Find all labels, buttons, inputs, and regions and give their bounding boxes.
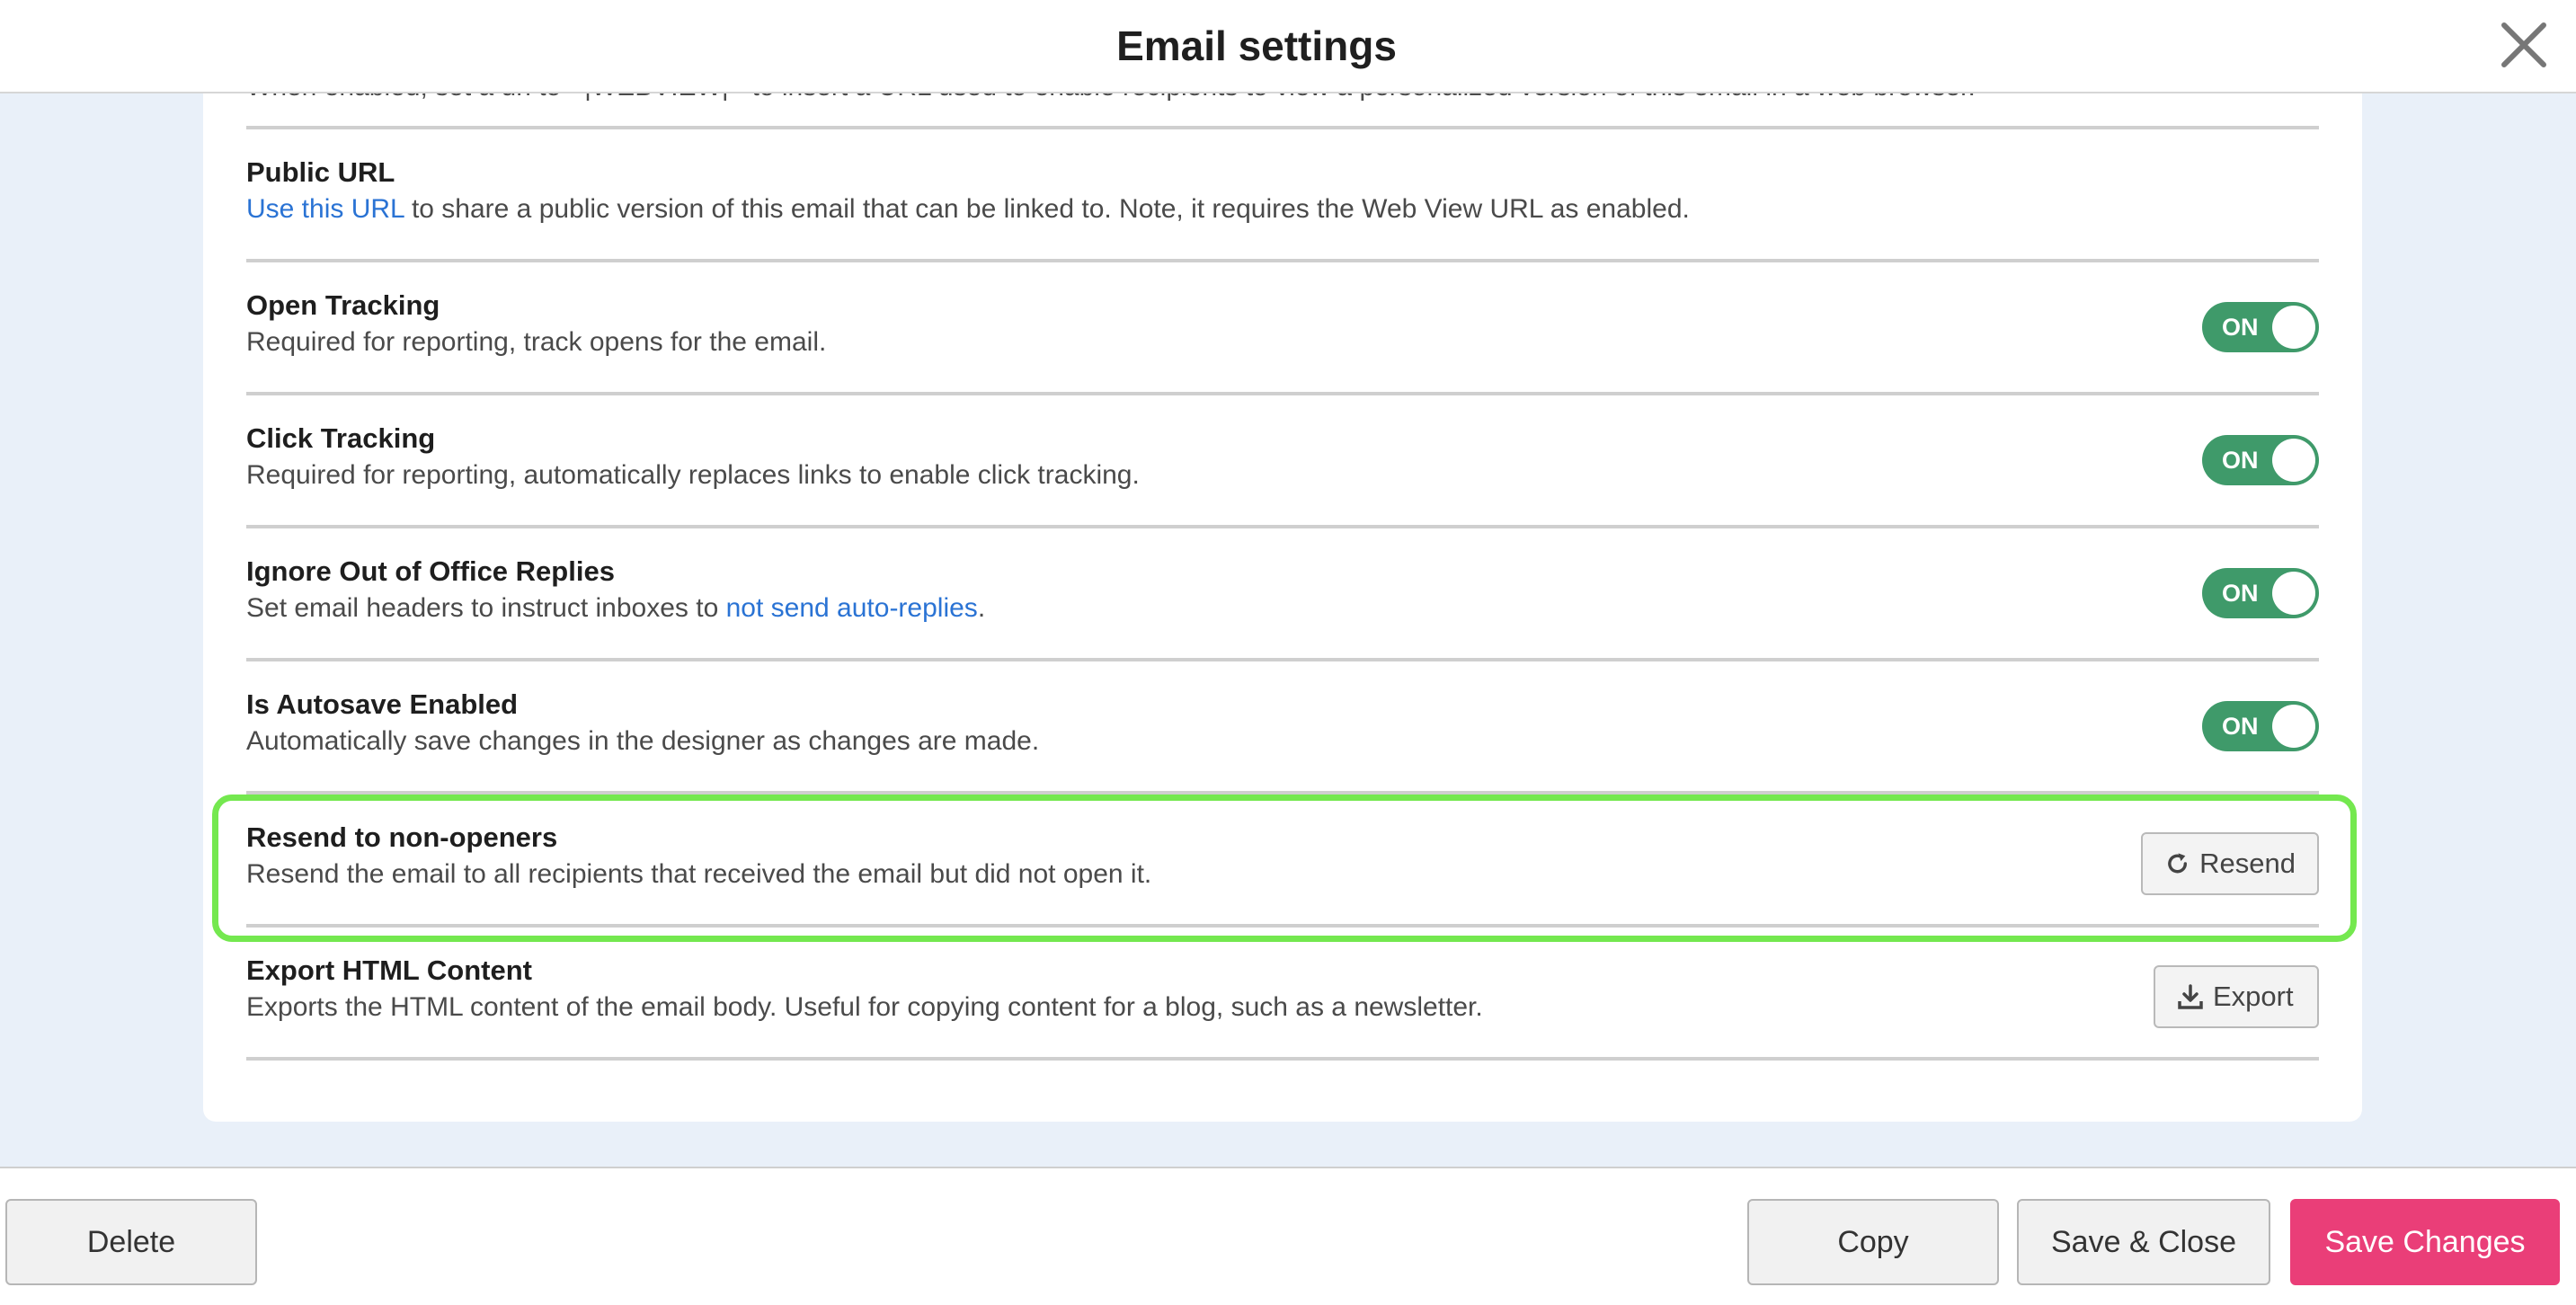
- toggle-knob: [2272, 572, 2315, 615]
- setting-row-resend: Resend to non-openers Resend the email t…: [246, 795, 2319, 928]
- toggle-knob: [2272, 306, 2315, 349]
- setting-title: Open Tracking: [246, 289, 440, 321]
- setting-title: Ignore Out of Office Replies: [246, 555, 615, 587]
- delete-button[interactable]: Delete: [5, 1199, 257, 1285]
- setting-title: Resend to non-openers: [246, 821, 558, 853]
- setting-desc: Resend the email to all recipients that …: [246, 859, 1152, 889]
- setting-desc: Use this URL to share a public version o…: [246, 194, 1690, 225]
- export-button[interactable]: Export: [2154, 965, 2319, 1028]
- setting-row-autosave: Is Autosave Enabled Automatically save c…: [246, 661, 2319, 795]
- autosave-toggle[interactable]: ON: [2202, 701, 2319, 751]
- resend-label: Resend: [2199, 848, 2296, 879]
- ignore-ooo-toggle[interactable]: ON: [2202, 568, 2319, 618]
- setting-row-public-url: Public URL Use this URL to share a publi…: [246, 129, 2319, 262]
- setting-title: Public URL: [246, 156, 395, 188]
- copy-button[interactable]: Copy: [1747, 1199, 1999, 1285]
- setting-title: Is Autosave Enabled: [246, 688, 519, 720]
- export-label: Export: [2213, 981, 2294, 1012]
- toggle-label: ON: [2222, 580, 2259, 607]
- setting-row-ignore-ooo: Ignore Out of Office Replies Set email h…: [246, 528, 2319, 661]
- setting-desc: Required for reporting, automatically re…: [246, 460, 1140, 490]
- save-changes-button[interactable]: Save Changes: [2290, 1199, 2560, 1285]
- setting-desc: Required for reporting, track opens for …: [246, 327, 827, 357]
- toggle-knob: [2272, 439, 2315, 482]
- toggle-label: ON: [2222, 314, 2259, 341]
- click-tracking-toggle[interactable]: ON: [2202, 435, 2319, 485]
- dialog-footer: Delete Copy Save & Close Save Changes: [0, 1167, 2576, 1305]
- setting-title: Click Tracking: [246, 422, 436, 454]
- setting-row-open-tracking: Open Tracking Required for reporting, tr…: [246, 262, 2319, 395]
- setting-desc: Set email headers to instruct inboxes to…: [246, 593, 985, 624]
- public-url-link[interactable]: Use this URL: [246, 194, 404, 224]
- setting-row-click-tracking: Click Tracking Required for reporting, a…: [246, 395, 2319, 528]
- setting-desc-text: Set email headers to instruct inboxes to: [246, 593, 726, 623]
- dialog-title: Email settings: [1116, 22, 1397, 69]
- setting-desc-text: .: [977, 593, 986, 623]
- toggle-label: ON: [2222, 447, 2259, 474]
- setting-row-export: Export HTML Content Exports the HTML con…: [246, 928, 2319, 1061]
- open-tracking-toggle[interactable]: ON: [2202, 302, 2319, 352]
- setting-desc: Exports the HTML content of the email bo…: [246, 992, 1483, 1022]
- setting-desc: Automatically save changes in the design…: [246, 726, 1040, 756]
- download-icon: [2178, 984, 2203, 1009]
- toggle-knob: [2272, 705, 2315, 748]
- toggle-label: ON: [2222, 713, 2259, 740]
- close-icon[interactable]: [2492, 13, 2556, 77]
- dialog-header: Email settings: [0, 0, 2576, 93]
- setting-desc-text: to share a public version of this email …: [404, 194, 1690, 224]
- resend-button[interactable]: Resend: [2141, 832, 2319, 895]
- save-close-button[interactable]: Save & Close: [2017, 1199, 2270, 1285]
- auto-replies-link[interactable]: not send auto-replies: [726, 593, 978, 623]
- setting-title: Export HTML Content: [246, 954, 533, 986]
- refresh-icon: [2168, 853, 2188, 874]
